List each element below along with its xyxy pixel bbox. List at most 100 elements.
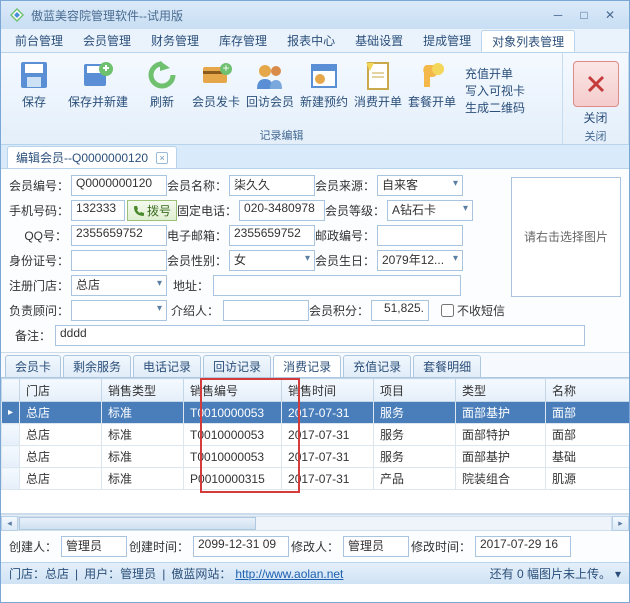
titlebar: 傲蓝美容院管理软件--试用版 ─ □ ✕ — [1, 1, 629, 29]
lbl-member-no: 会员编号： — [9, 177, 67, 194]
menu-item-1[interactable]: 会员管理 — [73, 30, 141, 52]
close-icon[interactable]: ✕ — [599, 6, 621, 24]
inp-member-no[interactable]: Q0000000120 — [71, 175, 167, 196]
inp-phone[interactable]: 020-3480978 — [239, 200, 325, 221]
menu-item-6[interactable]: 提成管理 — [413, 30, 481, 52]
ribbon-package[interactable]: 套餐开单 — [405, 57, 459, 125]
table-row[interactable]: 总店标准P00100003152017-07-31产品院装组合肌源 — [2, 468, 630, 490]
ribbon-close-caption: 关闭 — [569, 126, 622, 144]
dial-button[interactable]: 拨号 — [127, 200, 177, 221]
menu-item-2[interactable]: 财务管理 — [141, 30, 209, 52]
lbl-member-name: 会员名称： — [167, 177, 225, 194]
ribbon: 保存 保存并新建 刷新 +会员发卡 回访会员 新建预约 消费开单 套餐开单 充值… — [1, 53, 629, 145]
lbl-idcard: 身份证号： — [9, 252, 67, 269]
lbl-ctime: 创建时间： — [127, 538, 189, 555]
table-row[interactable]: 总店标准T00100000532017-07-31服务面部基护基础 — [2, 446, 630, 468]
svg-text:+: + — [222, 61, 229, 75]
tab-consume[interactable]: 消费记录 — [273, 355, 341, 377]
sel-consultant[interactable] — [71, 300, 167, 321]
lbl-modifier: 修改人： — [289, 538, 339, 555]
lbl-email: 电子邮箱： — [167, 227, 225, 244]
footer-form: 创建人： 管理员 创建时间： 2099-12-31 09 修改人： 管理员 修改… — [1, 531, 629, 562]
maximize-icon[interactable]: □ — [573, 6, 595, 24]
menu-item-4[interactable]: 报表中心 — [277, 30, 345, 52]
tab-package[interactable]: 套餐明细 — [413, 355, 481, 377]
menu-item-3[interactable]: 库存管理 — [209, 30, 277, 52]
inp-referrer[interactable] — [223, 300, 309, 321]
window-title: 傲蓝美容院管理软件--试用版 — [31, 7, 183, 24]
tab-phone[interactable]: 电话记录 — [133, 355, 201, 377]
scroll-thumb[interactable] — [19, 517, 256, 530]
tab-card[interactable]: 会员卡 — [5, 355, 61, 377]
inp-address[interactable] — [213, 275, 461, 296]
table-row[interactable]: ▸ 总店标准T00100000532017-07-31服务面部基护面部 — [2, 402, 630, 424]
lbl-birthday: 会员生日： — [315, 252, 373, 269]
inp-mtime: 2017-07-29 16 — [475, 536, 571, 557]
ribbon-stack: 充值开单 写入可视卡 生成二维码 — [459, 57, 531, 125]
lbl-remark: 备注： — [9, 327, 51, 344]
grid-header: 门店 销售类型 销售编号 销售时间 项目 类型 名称 — [2, 379, 630, 402]
hscrollbar[interactable]: ◂ ▸ — [1, 514, 629, 531]
consume-grid[interactable]: 门店 销售类型 销售编号 销售时间 项目 类型 名称 ▸ 总店标准T001000… — [1, 378, 629, 490]
status-upload: 还有 0 幅图片未上传。 — [490, 565, 611, 582]
ribbon-close-button[interactable]: 关闭 — [573, 57, 619, 126]
member-form: 会员编号： Q0000000120 会员名称： 柒久久 会员来源： 自来客 手机… — [1, 169, 629, 353]
ribbon-refresh[interactable]: 刷新 — [135, 57, 189, 125]
table-row[interactable]: 总店标准T00100000532017-07-31服务面部特护面部 — [2, 424, 630, 446]
inp-creator: 管理员 — [61, 536, 127, 557]
inp-idcard[interactable] — [71, 250, 167, 271]
inp-mobile[interactable]: 132333 — [71, 200, 125, 221]
inp-remark[interactable]: dddd — [55, 325, 585, 346]
menu-item-7[interactable]: 对象列表管理 — [481, 30, 575, 52]
ribbon-write-card[interactable]: 写入可视卡 — [465, 83, 525, 100]
lbl-creator: 创建人： — [9, 538, 57, 555]
inp-member-name[interactable]: 柒久久 — [229, 175, 315, 196]
menu-item-0[interactable]: 前台管理 — [5, 30, 73, 52]
ribbon-group-caption: 记录编辑 — [7, 125, 556, 143]
ribbon-visit[interactable]: 回访会员 — [243, 57, 297, 125]
minimize-icon[interactable]: ─ — [547, 6, 569, 24]
menubar: 前台管理 会员管理 财务管理 库存管理 报表中心 基础设置 提成管理 对象列表管… — [1, 29, 629, 53]
inp-qq[interactable]: 2355659752 — [71, 225, 167, 246]
photo-box[interactable]: 请右击选择图片 — [511, 177, 621, 297]
doc-tabs: 编辑会员--Q0000000120 × — [1, 145, 629, 169]
sel-source[interactable]: 自来客 — [377, 175, 463, 196]
scroll-right-icon[interactable]: ▸ — [612, 516, 629, 531]
doc-tab-close-icon[interactable]: × — [156, 152, 168, 164]
inp-email[interactable]: 2355659752 — [229, 225, 315, 246]
ribbon-issue-card[interactable]: +会员发卡 — [189, 57, 243, 125]
inp-points[interactable]: 51,825. — [371, 300, 429, 321]
lbl-referrer: 介绍人： — [167, 302, 219, 319]
tab-remain[interactable]: 剩余服务 — [63, 355, 131, 377]
lbl-qq: QQ号： — [9, 227, 67, 244]
inp-zip[interactable] — [377, 225, 463, 246]
inp-ctime: 2099-12-31 09 — [193, 536, 289, 557]
scroll-left-icon[interactable]: ◂ — [1, 516, 18, 531]
ribbon-qrcode[interactable]: 生成二维码 — [465, 100, 525, 117]
doc-tab[interactable]: 编辑会员--Q0000000120 × — [7, 146, 177, 168]
status-dropdown-icon[interactable]: ▾ — [615, 567, 621, 581]
lbl-gender: 会员性别： — [167, 252, 225, 269]
sel-birthday[interactable]: 2079年12... — [377, 250, 463, 271]
status-site-link[interactable]: http://www.aolan.net — [235, 567, 343, 581]
ribbon-new-appt[interactable]: 新建预约 — [297, 57, 351, 125]
lbl-zip: 邮政编号： — [315, 227, 373, 244]
tab-recharge[interactable]: 充值记录 — [343, 355, 411, 377]
menu-item-5[interactable]: 基础设置 — [345, 30, 413, 52]
lbl-reg-store: 注册门店： — [9, 277, 67, 294]
lbl-points: 会员积分： — [309, 302, 367, 319]
ribbon-save[interactable]: 保存 — [7, 57, 61, 125]
status-site-lbl: 傲蓝网站： — [171, 565, 231, 582]
ribbon-save-new[interactable]: 保存并新建 — [61, 57, 135, 125]
sel-level[interactable]: A钻石卡 — [387, 200, 473, 221]
tab-visit[interactable]: 回访记录 — [203, 355, 271, 377]
lbl-mtime: 修改时间： — [409, 538, 471, 555]
app-logo-icon — [9, 7, 25, 23]
chk-nosms[interactable]: 不收短信 — [441, 302, 505, 319]
sel-gender[interactable]: 女 — [229, 250, 315, 271]
sel-reg-store[interactable]: 总店 — [71, 275, 167, 296]
status-store-lbl: 门店： — [9, 565, 45, 582]
ribbon-recharge[interactable]: 充值开单 — [465, 66, 525, 83]
inp-modifier: 管理员 — [343, 536, 409, 557]
ribbon-consume[interactable]: 消费开单 — [351, 57, 405, 125]
